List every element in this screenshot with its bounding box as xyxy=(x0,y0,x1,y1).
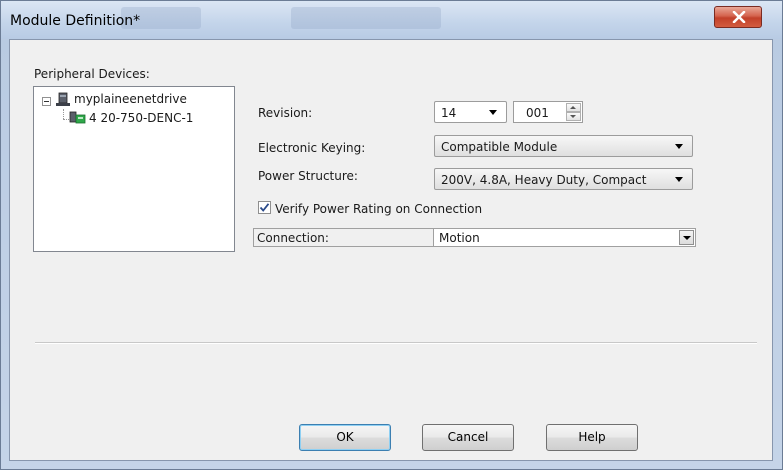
tree-item-module[interactable]: 4 20-750-DENC-1 xyxy=(89,111,193,125)
revision-major-dropdown[interactable]: 14 xyxy=(434,101,507,123)
encoder-module-icon xyxy=(69,111,86,124)
spin-up-icon[interactable] xyxy=(566,103,581,112)
separator-line xyxy=(35,342,757,344)
cancel-button[interactable]: Cancel xyxy=(422,424,514,451)
revision-minor-value: 001 xyxy=(526,106,549,120)
ok-button[interactable]: OK xyxy=(299,424,391,451)
connection-label-cell: Connection: xyxy=(254,229,434,246)
electronic-keying-dropdown[interactable]: Compatible Module xyxy=(434,135,693,157)
help-button[interactable]: Help xyxy=(546,424,638,451)
electronic-keying-value: Compatible Module xyxy=(441,140,558,154)
tree-collapse-toggle[interactable] xyxy=(42,97,51,106)
close-icon xyxy=(732,11,746,23)
checkmark-icon xyxy=(259,203,270,212)
tree-connector xyxy=(63,109,64,119)
tree-item-drive[interactable]: myplaineenetdrive xyxy=(74,92,187,106)
power-structure-label: Power Structure: xyxy=(258,169,358,183)
connection-row[interactable]: Connection: Motion xyxy=(253,228,696,247)
connection-dropdown-button[interactable] xyxy=(679,230,694,245)
verify-power-checkbox[interactable] xyxy=(258,201,271,214)
revision-minor-spinner[interactable]: 001 xyxy=(513,101,583,123)
peripheral-tree[interactable]: myplaineenetdrive 4 20-750-DENC-1 xyxy=(33,86,235,252)
spin-down-icon[interactable] xyxy=(566,112,581,121)
connection-label: Connection: xyxy=(257,231,329,245)
chevron-down-icon xyxy=(675,144,683,149)
chevron-down-icon xyxy=(489,110,497,115)
electronic-keying-label: Electronic Keying: xyxy=(258,141,366,155)
power-structure-dropdown[interactable]: 200V, 4.8A, Heavy Duty, Compact xyxy=(434,168,693,190)
close-button[interactable] xyxy=(714,6,762,28)
connection-value: Motion xyxy=(439,231,480,245)
revision-label: Revision: xyxy=(258,106,313,120)
verify-power-label[interactable]: Verify Power Rating on Connection xyxy=(275,202,482,216)
power-structure-value: 200V, 4.8A, Heavy Duty, Compact xyxy=(441,173,647,187)
chevron-down-icon xyxy=(675,177,683,182)
title-bar: Module Definition* xyxy=(1,1,782,39)
revision-major-value: 14 xyxy=(441,106,457,120)
peripheral-devices-label: Peripheral Devices: xyxy=(34,67,150,81)
background-blur xyxy=(291,7,441,29)
network-device-icon xyxy=(56,92,70,106)
window-title: Module Definition* xyxy=(10,13,141,29)
